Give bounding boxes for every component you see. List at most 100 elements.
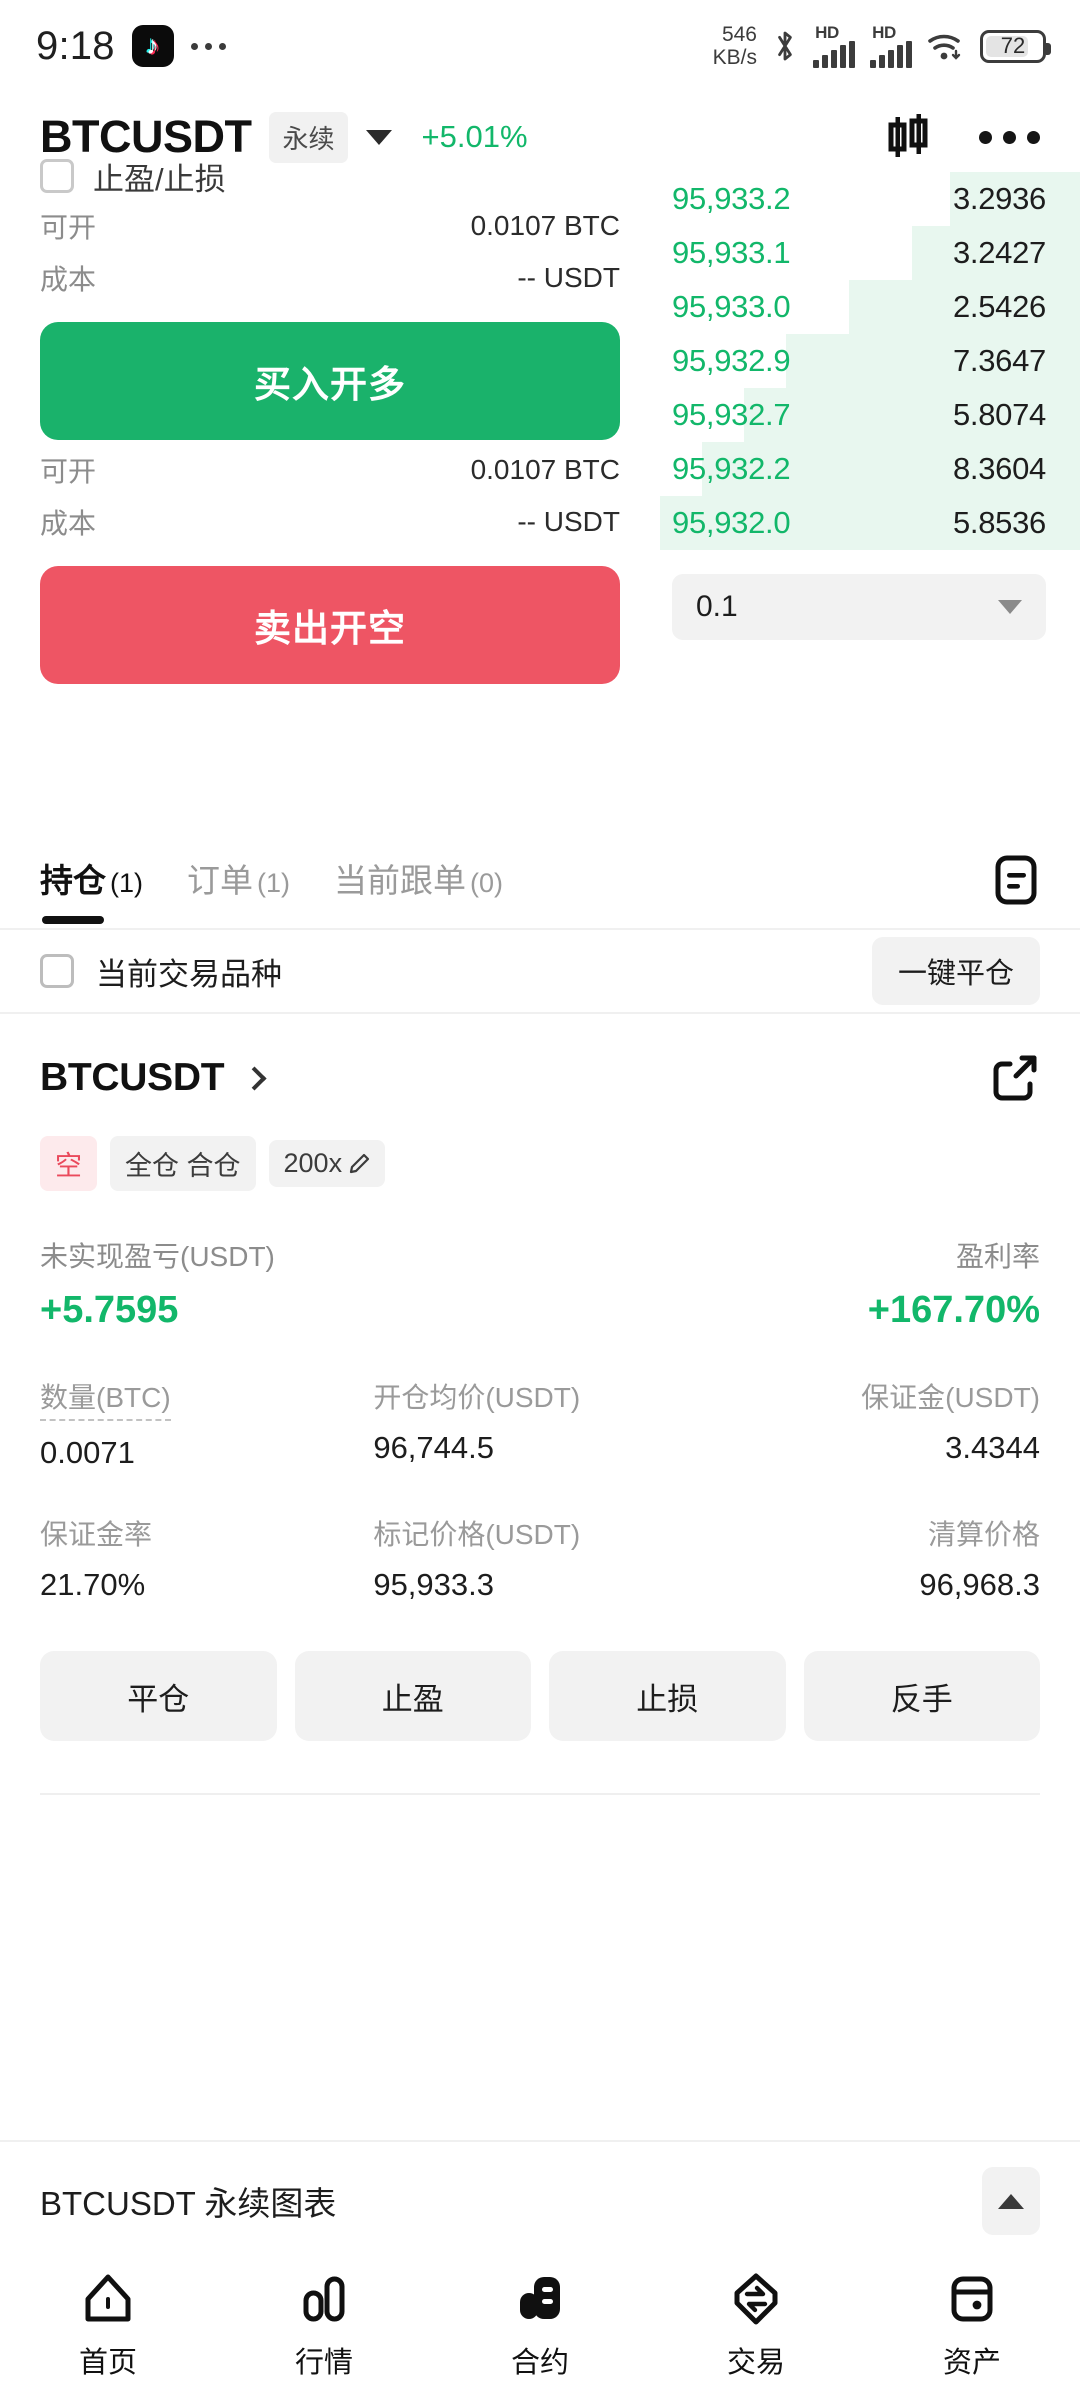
position-symbol: BTCUSDT xyxy=(40,1056,225,1099)
unrealized-pnl-value: +5.7595 xyxy=(40,1289,179,1331)
stat-cell: 保证金(USDT) 3.4344 xyxy=(707,1376,1040,1471)
sell-short-button[interactable]: 卖出开空 xyxy=(40,566,620,684)
position-pnl-row: 未实现盈亏(USDT) +5.7595 盈利率 +167.70% xyxy=(40,1235,1040,1332)
app-root: 9:18 546 KB/s HD HD xyxy=(0,0,1080,2400)
order-book-price: 95,933.2 xyxy=(672,181,791,216)
stat-cell: 保证金率 21.70% xyxy=(40,1513,373,1603)
tab-count: (1) xyxy=(110,868,143,898)
order-book-row[interactable]: 95,932.7 5.8074 xyxy=(660,388,1080,442)
chart-bar-title: BTCUSDT 永续图表 xyxy=(40,2185,337,2222)
position-symbol-link[interactable]: BTCUSDT xyxy=(40,1056,267,1100)
current-symbol-checkbox[interactable] xyxy=(40,954,74,988)
candlestick-chart-icon[interactable] xyxy=(885,113,935,161)
order-book-row[interactable]: 95,933.1 3.2427 xyxy=(660,226,1080,280)
order-book-row[interactable]: 95,932.2 8.3604 xyxy=(660,442,1080,496)
order-book-amount: 7.3647 xyxy=(952,343,1046,378)
buy-long-button[interactable]: 买入开多 xyxy=(40,322,620,440)
chevron-right-icon[interactable] xyxy=(242,1065,267,1091)
long-available-label: 可开 xyxy=(40,212,97,243)
tick-size-value: 0.1 xyxy=(696,590,738,623)
long-cost-label: 成本 xyxy=(40,264,97,295)
tab-positions[interactable]: 持仓 (1) xyxy=(40,832,143,928)
nav-item-wallet-assets[interactable]: 资产 xyxy=(877,2273,1067,2381)
more-dots-icon xyxy=(190,42,226,50)
leverage-tag[interactable]: 200x xyxy=(268,1140,386,1187)
reverse-position-button[interactable]: 反手 xyxy=(803,1651,1040,1741)
nav-label: 资产 xyxy=(942,2347,1001,2379)
price-change-percent: +5.01% xyxy=(421,119,528,154)
position-stats-grid: 数量(BTC) 0.0071 开仓均价(USDT) 96,744.5 保证金(USDT)… xyxy=(40,1376,1040,1603)
order-book-row[interactable]: 95,932.9 7.3647 xyxy=(660,334,1080,388)
short-available-row: 可开 0.0107 BTC xyxy=(40,444,620,496)
stat-label: 保证金率 xyxy=(40,1519,153,1550)
close-position-button[interactable]: 平仓 xyxy=(40,1651,277,1741)
long-available-value: 0.0107 BTC xyxy=(470,210,620,241)
order-book-row[interactable]: 95,932.0 5.8536 xyxy=(660,496,1080,550)
tab-copy-trades[interactable]: 当前跟单 (0) xyxy=(334,832,503,928)
chart-collapse-bar[interactable]: BTCUSDT 永续图表 xyxy=(0,2140,1080,2260)
position-tabs: 持仓 (1) 订单 (1) 当前跟单 (0) xyxy=(40,832,503,928)
wallet-assets-icon xyxy=(946,2273,998,2325)
order-book: 95,933.2 3.2936 95,933.1 3.2427 95,933.0 2.54… xyxy=(660,172,1080,640)
position-card-header: BTCUSDT xyxy=(40,1052,1040,1104)
roe: 盈利率 +167.70% xyxy=(868,1235,1040,1332)
tpsl-checkbox[interactable] xyxy=(40,159,74,193)
short-available-value: 0.0107 BTC xyxy=(470,454,620,485)
position-tabs-bar: 持仓 (1) 订单 (1) 当前跟单 (0) xyxy=(0,832,1080,928)
order-book-price: 95,932.0 xyxy=(672,505,791,540)
position-card: BTCUSDT 空 全仓 合仓 200x 未实现盈亏(USDT) +5.7595… xyxy=(0,1014,1080,1795)
take-profit-button[interactable]: 止盈 xyxy=(294,1651,531,1741)
position-actions: 平仓 止盈 止损 反手 xyxy=(40,1651,1040,1741)
home-icon xyxy=(82,2273,134,2325)
stat-label: 开仓均价(USDT) xyxy=(373,1382,581,1413)
header-actions xyxy=(885,113,1040,161)
list-view-icon[interactable] xyxy=(992,854,1040,906)
tick-size-select[interactable]: 0.1 xyxy=(672,574,1046,640)
status-bar: 9:18 546 KB/s HD HD xyxy=(0,0,1080,92)
chevron-down-icon[interactable] xyxy=(998,600,1022,614)
chart-expand-button[interactable] xyxy=(982,2167,1040,2235)
markets-bars-icon xyxy=(298,2273,350,2325)
share-external-icon[interactable] xyxy=(988,1052,1040,1104)
nav-item-futures-contract[interactable]: 合约 xyxy=(445,2273,635,2381)
position-side-tag: 空 xyxy=(40,1136,97,1191)
more-options-icon[interactable] xyxy=(979,130,1040,144)
current-symbol-filter[interactable]: 当前交易品种 xyxy=(40,949,282,994)
short-cost-row: 成本 -- USDT xyxy=(40,496,620,548)
stop-loss-button[interactable]: 止损 xyxy=(549,1651,786,1741)
order-book-row[interactable]: 95,933.0 2.5426 xyxy=(660,280,1080,334)
bottom-navigation: 首页 行情 合约 交易 资产 xyxy=(0,2260,1080,2400)
network-speed-unit: KB/s xyxy=(712,46,757,69)
position-mode-tag: 全仓 合仓 xyxy=(110,1136,256,1191)
short-cost-value: -- USDT xyxy=(517,506,620,537)
stat-label: 标记价格(USDT) xyxy=(373,1519,581,1550)
sim2-signal-icon: HD xyxy=(870,24,912,68)
roe-value: +167.70% xyxy=(867,1289,1040,1331)
sim1-hd-label: HD xyxy=(815,22,839,42)
tpsl-toggle-row[interactable]: 止盈/止损 xyxy=(40,156,620,200)
current-symbol-label: 当前交易品种 xyxy=(96,956,282,992)
close-all-button[interactable]: 一键平仓 xyxy=(871,937,1040,1005)
nav-item-home[interactable]: 首页 xyxy=(13,2273,203,2381)
long-cost-row: 成本 -- USDT xyxy=(40,252,620,304)
network-speed: 546 KB/s xyxy=(713,23,757,69)
contract-type-badge: 永续 xyxy=(269,111,348,163)
pencil-edit-icon[interactable] xyxy=(349,1153,370,1174)
chevron-down-icon[interactable] xyxy=(365,129,392,145)
battery-percent: 72 xyxy=(1000,33,1026,58)
stat-label: 清算价格 xyxy=(927,1519,1040,1550)
order-book-price: 95,933.0 xyxy=(672,289,791,324)
order-book-row[interactable]: 95,933.2 3.2936 xyxy=(660,172,1080,226)
bluetooth-icon xyxy=(778,31,792,61)
status-bar-right: 546 KB/s HD HD 72 xyxy=(713,22,1051,69)
nav-item-exchange-swap[interactable]: 交易 xyxy=(661,2273,851,2381)
order-book-price: 95,932.7 xyxy=(672,397,791,432)
short-cost-label: 成本 xyxy=(40,508,97,539)
tab-orders[interactable]: 订单 (1) xyxy=(187,832,290,928)
nav-label: 行情 xyxy=(294,2347,353,2379)
nav-label: 合约 xyxy=(510,2347,569,2379)
battery-icon: 72 xyxy=(980,29,1051,63)
short-available-label: 可开 xyxy=(40,456,97,487)
nav-item-markets-bars[interactable]: 行情 xyxy=(229,2273,419,2381)
sim1-signal-icon: HD xyxy=(813,22,855,68)
